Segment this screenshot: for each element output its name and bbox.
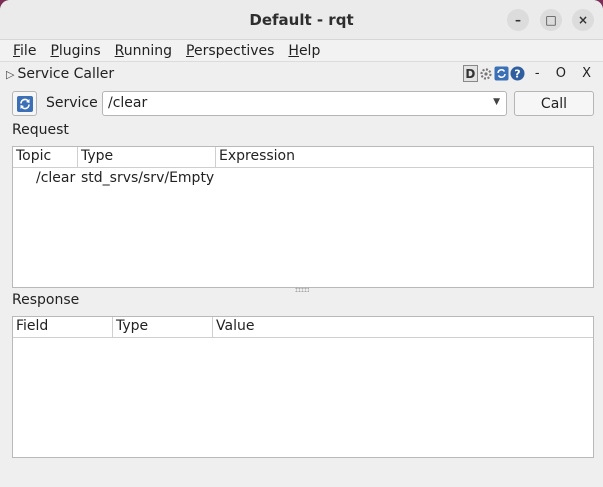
request-tree[interactable]: Topic Type Expression /clear std_srvs/sr…: [12, 146, 594, 288]
maximize-icon: □: [545, 13, 557, 27]
column-header-topic[interactable]: Topic: [13, 147, 78, 167]
column-header-expression[interactable]: Expression: [216, 147, 593, 167]
reload-icon[interactable]: [494, 66, 510, 82]
close-button[interactable]: ×: [572, 9, 594, 31]
response-tree-header: Field Type Value: [13, 317, 593, 338]
collapse-triangle-icon[interactable]: ▷: [6, 68, 14, 81]
minimize-button[interactable]: –: [507, 9, 529, 31]
service-row: Service /clear ▼ Call: [0, 90, 603, 118]
rqt-window: Default - rqt – □ × File Plugins Running…: [0, 0, 603, 487]
splitter-handle[interactable]: [295, 287, 309, 292]
service-select[interactable]: /clear ▼: [102, 91, 507, 116]
refresh-icon: [16, 95, 33, 112]
dropdown-arrow-icon: ▼: [493, 97, 500, 107]
dock-d-button[interactable]: D: [462, 65, 478, 82]
plugin-window-controls[interactable]: - O X: [535, 66, 597, 81]
window-title: Default - rqt: [249, 10, 354, 29]
menu-plugins[interactable]: Plugins: [43, 43, 107, 59]
maximize-button[interactable]: □: [540, 9, 562, 31]
response-label: Response: [12, 292, 80, 308]
help-icon[interactable]: ?: [510, 66, 526, 82]
close-icon: ×: [577, 13, 589, 27]
request-tree-header: Topic Type Expression: [13, 147, 593, 168]
menu-perspectives[interactable]: Perspectives: [179, 43, 281, 59]
menu-running[interactable]: Running: [108, 43, 179, 59]
refresh-services-button[interactable]: [12, 91, 37, 116]
service-label: Service: [46, 95, 98, 111]
plugin-toolbar: D ? - O X: [462, 65, 597, 82]
table-row[interactable]: /clear std_srvs/srv/Empty: [13, 168, 593, 188]
menu-help[interactable]: Help: [281, 43, 327, 59]
call-button[interactable]: Call: [514, 91, 594, 116]
row-topic: /clear: [36, 170, 76, 186]
plugin-title: Service Caller: [17, 66, 115, 82]
column-header-type[interactable]: Type: [78, 147, 216, 167]
menu-bar: File Plugins Running Perspectives Help: [0, 40, 603, 62]
column-header-field[interactable]: Field: [13, 317, 113, 337]
column-header-value[interactable]: Value: [213, 317, 593, 337]
column-header-type[interactable]: Type: [113, 317, 213, 337]
request-label: Request: [12, 122, 69, 138]
service-select-value: /clear: [108, 95, 148, 111]
settings-gear-icon[interactable]: [478, 66, 494, 82]
plugin-title-bar: ▷ Service Caller D ? - O X: [0, 63, 603, 85]
menu-file[interactable]: File: [0, 43, 43, 59]
title-bar: Default - rqt – □ ×: [0, 0, 603, 40]
row-type: std_srvs/srv/Empty: [81, 170, 215, 186]
response-tree[interactable]: Field Type Value: [12, 316, 594, 458]
minimize-icon: –: [515, 13, 521, 27]
svg-text:?: ?: [515, 68, 521, 81]
